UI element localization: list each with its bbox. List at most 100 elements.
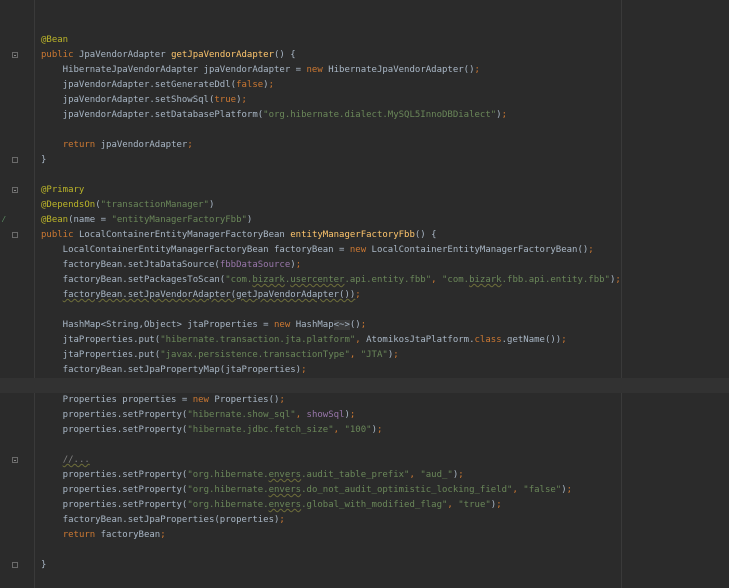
code-token: entityManagerFactoryFbb	[290, 230, 415, 240]
fold-close-icon[interactable]	[12, 157, 18, 163]
code-text: return factoryBean;	[41, 528, 166, 543]
code-token: ,	[512, 485, 524, 495]
code-token: public	[41, 50, 79, 60]
code-token: LocalContainerEntityManagerFactoryBean()	[371, 245, 589, 255]
code-line[interactable]: return jpaVendorAdapter;	[0, 138, 729, 153]
code-line[interactable]: public LocalContainerEntityManagerFactor…	[0, 228, 729, 243]
code-text: jpaVendorAdapter.setGenerateDdl(false);	[41, 78, 274, 93]
fold-open-icon[interactable]	[12, 187, 18, 193]
code-line[interactable]: }	[0, 558, 729, 573]
code-line[interactable]: jpaVendorAdapter.setGenerateDdl(false);	[0, 78, 729, 93]
code-token: @DependsOn	[41, 200, 96, 210]
code-line[interactable]: factoryBean.setJtaDataSource(fbbDataSour…	[0, 258, 729, 273]
code-token: new	[349, 245, 372, 255]
code-token: ;	[376, 425, 383, 435]
code-token: .getName())	[501, 335, 562, 345]
code-line[interactable]: properties.setProperty("org.hibernate.en…	[0, 498, 729, 513]
code-line[interactable]	[0, 123, 729, 138]
code-token: HashMap	[295, 320, 334, 330]
code-token: )	[246, 215, 253, 225]
code-text: properties.setProperty("org.hibernate.en…	[41, 498, 502, 513]
code-text: factoryBean.setJpaProperties(properties)…	[41, 513, 285, 528]
code-line[interactable]: @DependsOn("transactionManager")	[0, 198, 729, 213]
code-token: "entityManagerFactoryFbb"	[111, 215, 247, 225]
code-line[interactable]: jpaVendorAdapter.setShowSql(true);	[0, 93, 729, 108]
code-token: //...	[62, 455, 90, 465]
code-text: jtaProperties.put("javax.persistence.tra…	[41, 348, 399, 363]
code-line[interactable]: public JpaVendorAdapter getJpaVendorAdap…	[0, 48, 729, 63]
code-text: @Bean	[41, 33, 68, 48]
code-token: properties.setProperty(	[41, 470, 188, 480]
code-line[interactable]: properties.setProperty("org.hibernate.en…	[0, 468, 729, 483]
code-token: usercenter	[290, 275, 345, 285]
code-token: public	[41, 230, 79, 240]
code-line[interactable]: Properties properties = new Properties()…	[0, 393, 729, 408]
code-token: factoryBean	[100, 530, 161, 540]
fold-open-icon[interactable]	[12, 52, 18, 58]
code-line[interactable]: ⁄ @Bean(name = "entityManagerFactoryFbb")	[0, 213, 729, 228]
code-line[interactable]: jpaVendorAdapter.setDatabasePlatform("or…	[0, 108, 729, 123]
code-line[interactable]: factoryBean.setJpaVendorAdapter(getJpaVe…	[0, 288, 729, 303]
code-token: "org.hibernate.	[187, 485, 269, 495]
code-line[interactable]: factoryBean.setPackagesToScan("com.bizar…	[0, 273, 729, 288]
code-text: properties.setProperty("hibernate.jdbc.f…	[41, 423, 383, 438]
code-text: properties.setProperty("hibernate.show_s…	[41, 408, 356, 423]
code-token: "hibernate.jdbc.fetch_size"	[187, 425, 334, 435]
code-token: }	[41, 560, 47, 570]
code-token: false	[236, 80, 264, 90]
code-line[interactable]: properties.setProperty("hibernate.show_s…	[0, 408, 729, 423]
fold-close-icon[interactable]	[12, 562, 18, 568]
code-token: "javax.persistence.transactionType"	[160, 350, 350, 360]
code-token: jpaVendorAdapter.setGenerateDdl(	[41, 80, 237, 90]
code-line[interactable]: jtaProperties.put("hibernate.transaction…	[0, 333, 729, 348]
code-line[interactable]: @Bean	[0, 33, 729, 48]
code-line[interactable]: factoryBean.setJpaPropertyMap(jtaPropert…	[0, 363, 729, 378]
code-token: .api.entity.fbb"	[344, 275, 432, 285]
code-token: Properties properties =	[41, 395, 193, 405]
code-line[interactable]: properties.setProperty("org.hibernate.en…	[0, 483, 729, 498]
fold-close-icon[interactable]	[12, 232, 18, 238]
code-token: "100"	[344, 425, 372, 435]
code-token: .global_with_modified_flag"	[301, 500, 448, 510]
vcs-change-icon[interactable]: ⁄	[1, 215, 6, 226]
code-line[interactable]: @Primary	[0, 183, 729, 198]
code-token: class	[474, 335, 502, 345]
code-line[interactable]	[0, 438, 729, 453]
code-line[interactable]: properties.setProperty("hibernate.jdbc.f…	[0, 423, 729, 438]
code-token: HashMap<String,Object> jtaProperties =	[41, 320, 274, 330]
code-text: public JpaVendorAdapter getJpaVendorAdap…	[41, 48, 296, 63]
code-token: ;	[279, 515, 285, 525]
fold-open-icon[interactable]	[12, 457, 18, 463]
code-editor[interactable]: @Bean public JpaVendorAdapter getJpaVendo…	[0, 33, 729, 573]
code-line[interactable]	[0, 303, 729, 318]
code-token: true	[214, 95, 237, 105]
code-token: factoryBean.setPackagesToScan(	[41, 275, 226, 285]
code-line[interactable]: return factoryBean;	[0, 528, 729, 543]
code-line[interactable]	[0, 543, 729, 558]
code-token: bizark	[252, 275, 285, 285]
code-line[interactable]: HibernateJpaVendorAdapter jpaVendorAdapt…	[0, 63, 729, 78]
code-token: jtaProperties.put(	[41, 350, 161, 360]
code-token: "transactionManager"	[100, 200, 209, 210]
code-line[interactable]	[0, 378, 729, 393]
code-text: @Bean(name = "entityManagerFactoryFbb")	[41, 213, 252, 228]
code-line[interactable]: LocalContainerEntityManagerFactoryBean f…	[0, 243, 729, 258]
code-text: return jpaVendorAdapter;	[41, 138, 193, 153]
code-token: "aud_"	[420, 470, 453, 480]
code-token: return	[62, 530, 101, 540]
code-token: ,	[447, 500, 459, 510]
code-token: jpaVendorAdapter	[100, 140, 188, 150]
code-token: ;	[301, 365, 307, 375]
code-token: .audit_table_prefix"	[301, 470, 410, 480]
code-line[interactable]: }	[0, 153, 729, 168]
code-line[interactable]: //...	[0, 453, 729, 468]
code-line[interactable]: factoryBean.setJpaProperties(properties)…	[0, 513, 729, 528]
code-line[interactable]: jtaProperties.put("javax.persistence.tra…	[0, 348, 729, 363]
code-token: .do_not_audit_optimistic_locking_field"	[301, 485, 513, 495]
code-line[interactable]: HashMap<String,Object> jtaProperties = n…	[0, 318, 729, 333]
code-line[interactable]	[0, 168, 729, 183]
code-token: ;	[355, 290, 361, 300]
